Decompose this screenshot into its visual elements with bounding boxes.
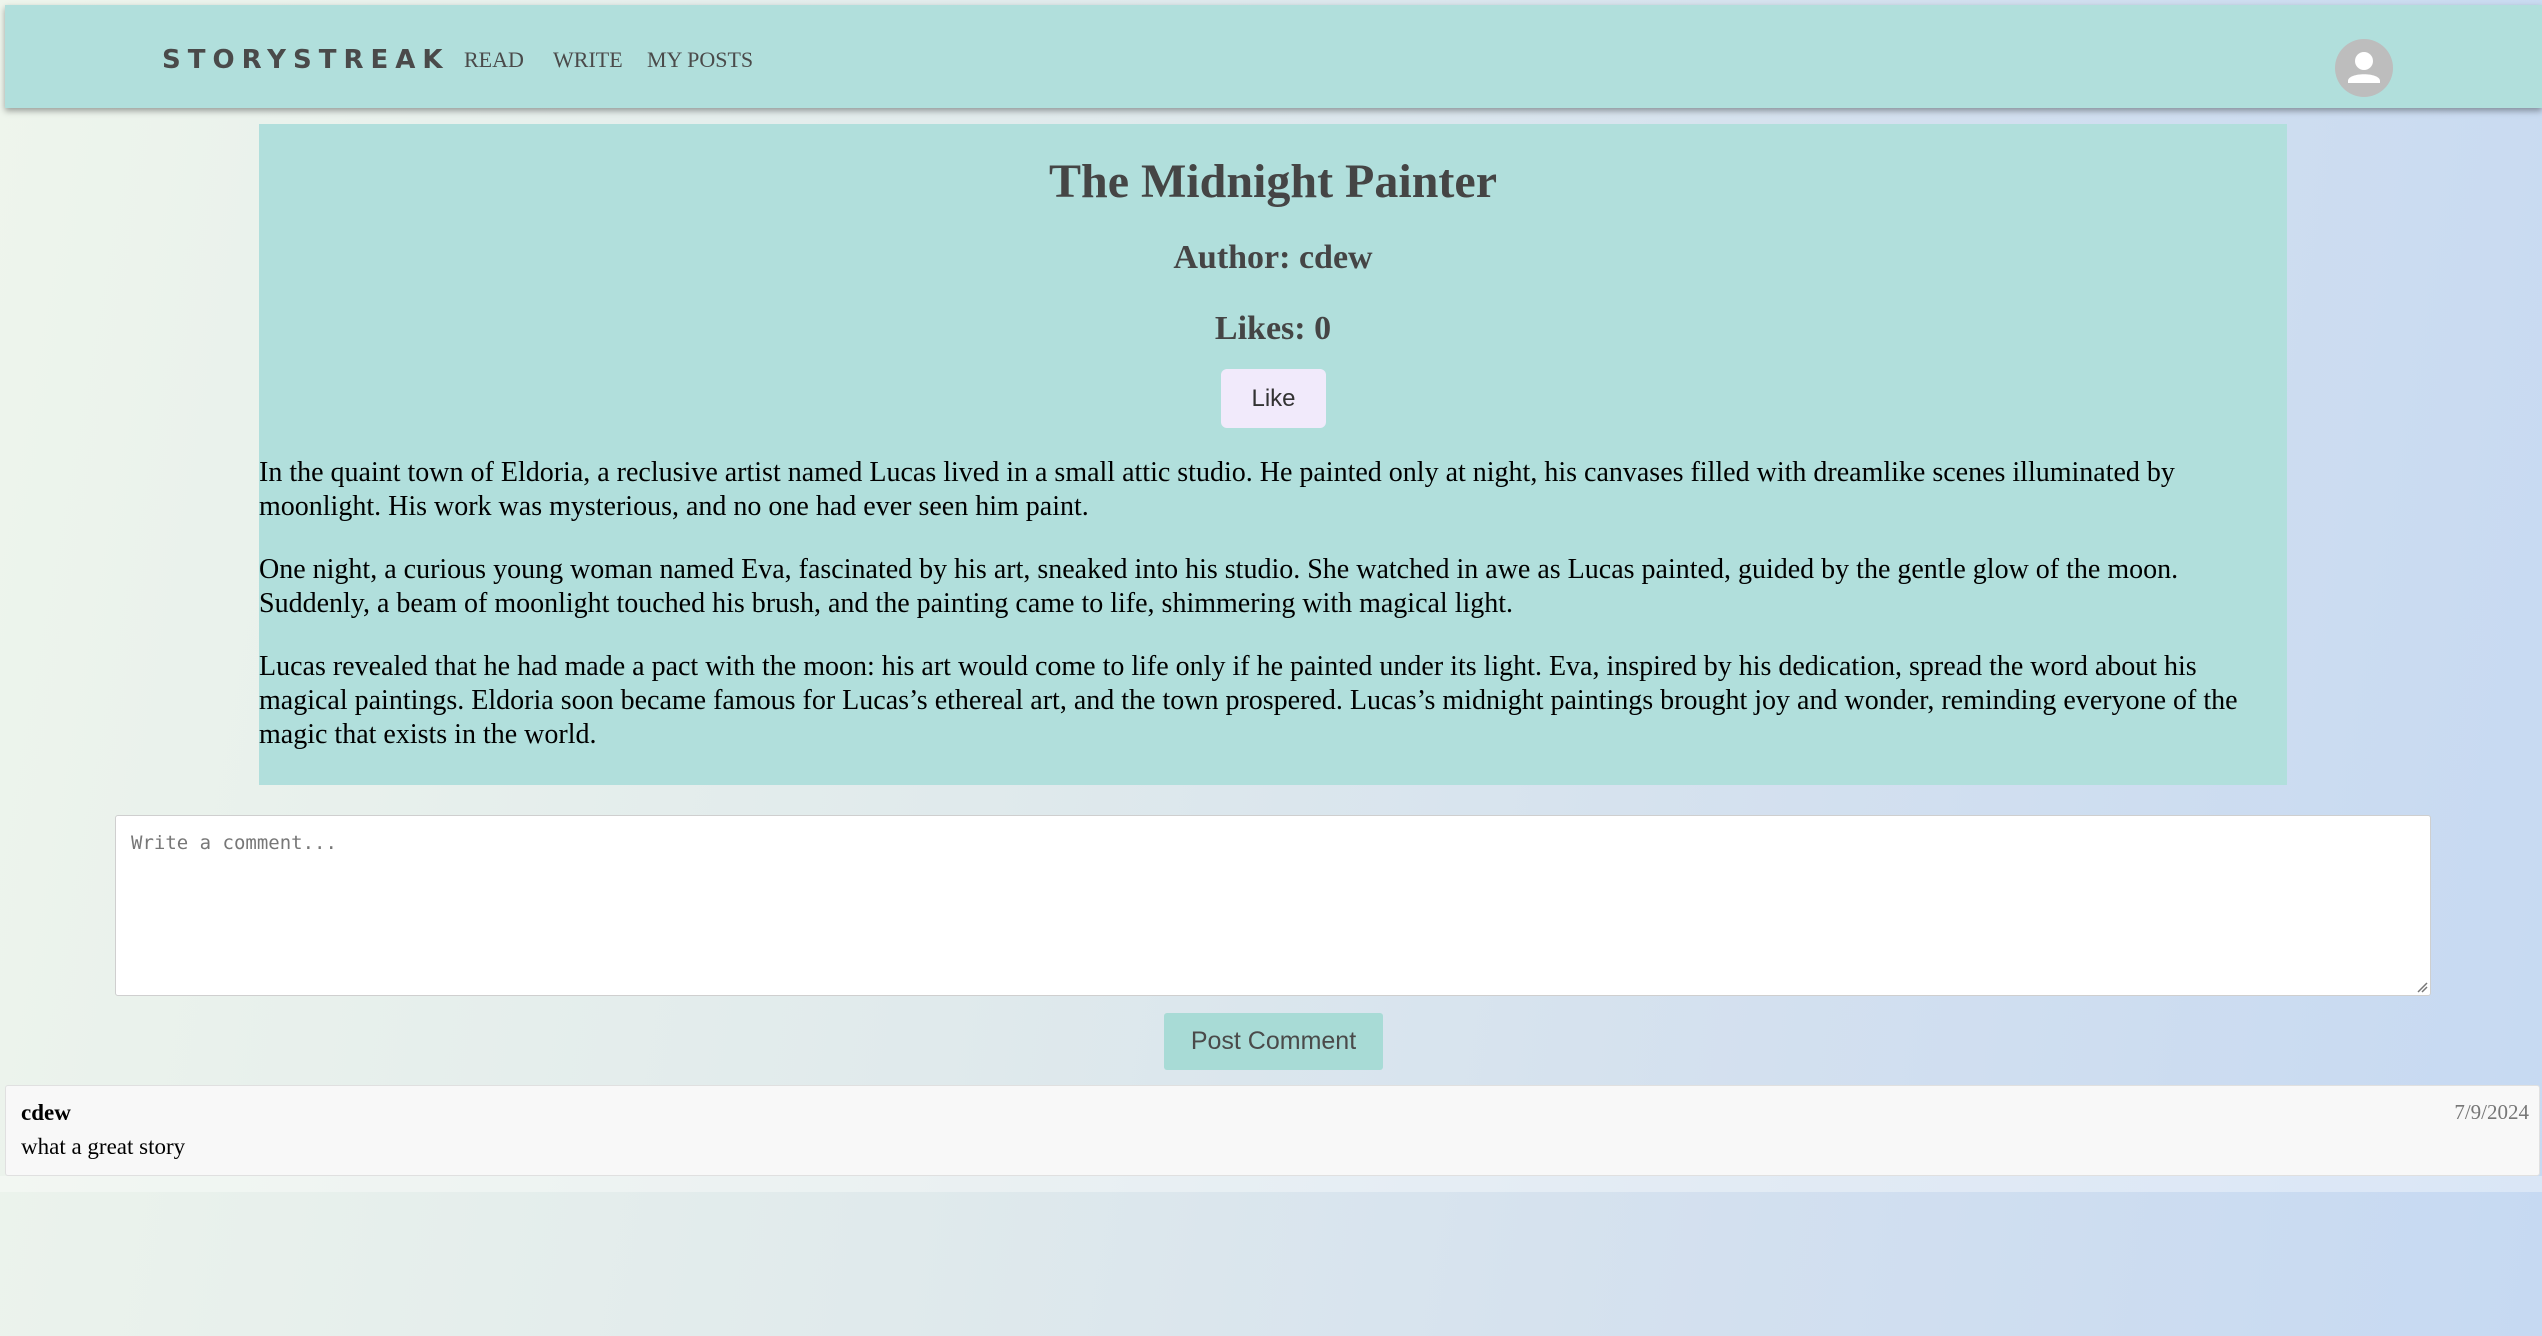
like-button[interactable]: Like [1221, 369, 1326, 428]
comment-input[interactable] [115, 815, 2431, 996]
post-comment-button[interactable]: Post Comment [1164, 1013, 1383, 1070]
story-title: The Midnight Painter [1048, 155, 1497, 208]
comment-date: 7/9/2024 [2454, 1100, 2529, 1124]
story-paragraph: One night, a curious young woman named E… [259, 554, 2179, 619]
story-card: The Midnight Painter Author: cdew Likes:… [259, 124, 2287, 785]
story-paragraph: Lucas revealed that he had made a pact w… [259, 651, 2238, 750]
story-likes-count: Likes: 0 [1214, 310, 1332, 347]
resize-handle-icon[interactable] [2416, 981, 2428, 993]
story-paragraph: In the quaint town of Eldoria, a reclusi… [259, 457, 2175, 522]
comment-text: what a great story [21, 1134, 186, 1159]
story-body: In the quaint town of Eldoria, a reclusi… [259, 456, 2279, 781]
page-footer-strip [0, 1176, 2542, 1192]
brand-logo[interactable]: STORYSTREAK [162, 45, 450, 75]
comment-item: cdew what a great story 7/9/2024 [5, 1085, 2540, 1176]
navbar: STORYSTREAK READ WRITE MY POSTS [5, 5, 2542, 108]
user-silhouette-icon [2348, 52, 2380, 83]
nav-link-write[interactable]: WRITE [553, 47, 623, 73]
user-icon[interactable] [2335, 39, 2393, 97]
story-author: Author: cdew [1173, 239, 1373, 276]
nav-link-my-posts[interactable]: MY POSTS [647, 47, 753, 73]
comment-author: cdew [21, 1100, 71, 1125]
nav-link-read[interactable]: READ [464, 47, 524, 73]
